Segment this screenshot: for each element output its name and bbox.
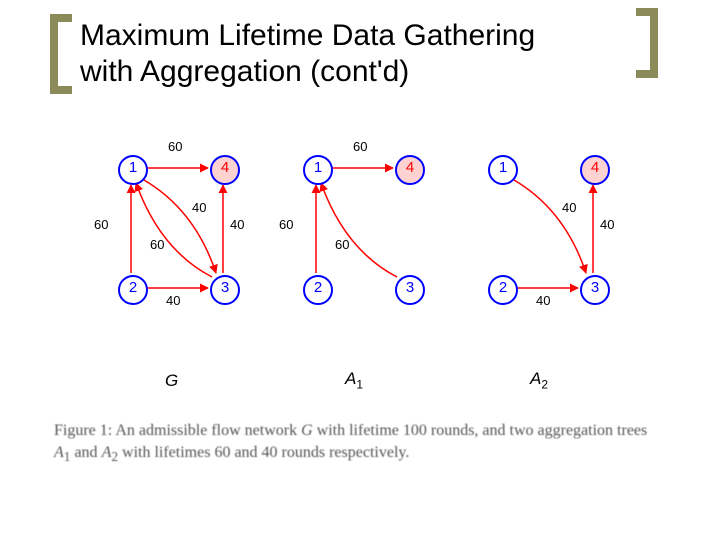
slide: Maximum Lifetime Data Gathering with Agg… [0, 0, 720, 540]
caption-text: and [70, 444, 101, 461]
edge-label: 40 [536, 293, 550, 308]
edge-label: 60 [279, 217, 293, 232]
graph-label-G: G [165, 371, 178, 391]
graph-A2: 1 4 2 3 40 40 40 A2 [470, 155, 620, 365]
graph-G: 1 4 2 3 60 60 60 40 40 40 G [100, 155, 250, 365]
graph-A1: 1 4 2 3 60 60 60 A1 [285, 155, 435, 365]
node-2: 2 [118, 275, 148, 305]
node-4-sink: 4 [395, 155, 425, 185]
title-bracket-left [50, 14, 72, 94]
caption-G: G [301, 422, 313, 439]
caption-A1: A [54, 444, 64, 461]
node-2: 2 [303, 275, 333, 305]
node-3: 3 [210, 275, 240, 305]
edge-label: 40 [192, 200, 206, 215]
edge-label: 60 [353, 139, 367, 154]
edge-label: 60 [94, 217, 108, 232]
edge-label: 60 [335, 237, 349, 252]
caption-text: with lifetime 100 rounds, and two aggreg… [313, 422, 648, 439]
node-3: 3 [395, 275, 425, 305]
graph-label-A1: A1 [345, 369, 363, 391]
figure-area: 1 4 2 3 60 60 60 40 40 40 G 1 4 2 3 60 6… [100, 155, 620, 395]
caption-text: Figure 1: An admissible flow network [54, 422, 301, 439]
node-2: 2 [488, 275, 518, 305]
node-4-sink: 4 [210, 155, 240, 185]
edge-label: 60 [150, 237, 164, 252]
edge-label: 60 [168, 139, 182, 154]
node-4-sink: 4 [580, 155, 610, 185]
caption-A2: A [102, 444, 112, 461]
title-line-1: Maximum Lifetime Data Gathering [80, 19, 535, 52]
figure-caption: Figure 1: An admissible flow network G w… [54, 420, 664, 466]
node-1: 1 [488, 155, 518, 185]
node-1: 1 [303, 155, 333, 185]
slide-title: Maximum Lifetime Data Gathering with Agg… [80, 18, 640, 90]
node-1: 1 [118, 155, 148, 185]
caption-sub: 2 [111, 449, 118, 464]
edge-label: 40 [230, 217, 244, 232]
graph-label-A2: A2 [530, 369, 548, 391]
node-3: 3 [580, 275, 610, 305]
title-line-2: with Aggregation (cont'd) [80, 55, 409, 88]
edge-label: 40 [562, 200, 576, 215]
edge-label: 40 [600, 217, 614, 232]
edge-label: 40 [166, 293, 180, 308]
caption-text: with lifetimes 60 and 40 rounds respecti… [118, 444, 409, 461]
